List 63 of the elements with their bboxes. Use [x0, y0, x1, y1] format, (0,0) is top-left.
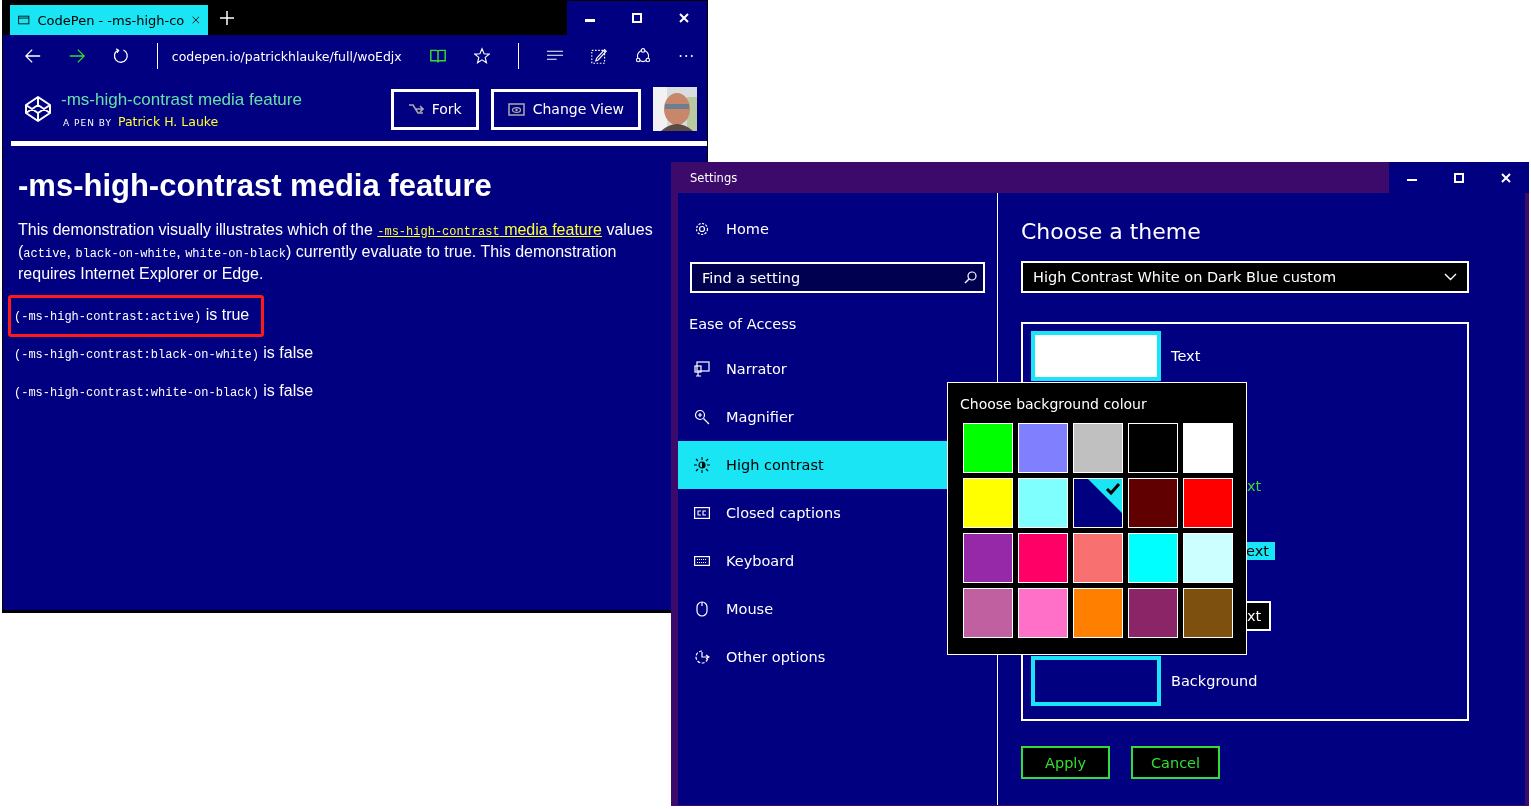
pen-title[interactable]: -ms-high-contrast media feature — [61, 89, 381, 110]
hub-icon[interactable] — [546, 49, 563, 63]
section-label: Ease of Access — [688, 315, 798, 334]
close-icon[interactable] — [192, 14, 200, 26]
nav-item[interactable]: Keyboard — [678, 537, 997, 585]
apply-button[interactable]: Apply — [1021, 746, 1110, 779]
zoom-in-icon — [694, 409, 710, 425]
check-icon — [1088, 479, 1122, 513]
nav-item[interactable]: Other options — [678, 633, 997, 681]
button-text-sample: xt — [1245, 601, 1272, 631]
page-heading: Choose a theme — [1021, 219, 1202, 244]
more-icon[interactable] — [678, 54, 693, 58]
fork-button[interactable]: Fork — [390, 88, 479, 130]
highlighted-result: (-ms-high-contrast:active) is true — [8, 295, 265, 337]
page-heading: -ms-high-contrast media feature — [18, 168, 493, 204]
new-tab-icon[interactable] — [220, 11, 234, 25]
result-line: (-ms-high-contrast:black-on-white) is false — [13, 343, 315, 364]
cancel-button[interactable]: Cancel — [1131, 746, 1220, 779]
maximize-icon[interactable] — [632, 13, 642, 23]
search-field[interactable]: Find a setting — [690, 262, 985, 293]
theme-dropdown[interactable]: High Contrast White on Dark Blue custom — [1021, 261, 1469, 293]
page-icon — [18, 13, 30, 27]
address-bar[interactable]: codepen.io/patrickhlauke/full/woEdjx — [171, 48, 402, 64]
chevron-down-icon — [1444, 273, 1457, 281]
nav-item[interactable]: Narrator — [678, 345, 997, 393]
nav-item[interactable]: Closed captions — [678, 489, 997, 537]
back-icon[interactable] — [25, 47, 41, 65]
search-icon — [964, 271, 977, 284]
sun-icon — [694, 457, 710, 473]
window-title: Settings — [689, 170, 739, 185]
circle-arrow-icon — [694, 649, 710, 665]
colour-label: Text — [1171, 348, 1201, 364]
home-nav-item[interactable]: Home — [678, 217, 997, 241]
result-line: (-ms-high-contrast:white-on-black) is false — [13, 381, 315, 402]
star-icon[interactable] — [473, 46, 490, 66]
refresh-icon[interactable] — [113, 46, 129, 66]
forward-icon[interactable] — [69, 47, 85, 65]
colour-label: Background — [1171, 673, 1258, 689]
fork-icon — [407, 103, 424, 115]
colour-swatch[interactable] — [1031, 331, 1161, 381]
browser-tab[interactable]: CodePen - -ms-high-co — [10, 5, 208, 35]
selected-text-sample: ext — [1246, 542, 1275, 560]
maximize-icon[interactable] — [1454, 172, 1464, 183]
monitor-icon — [694, 361, 710, 377]
popup-title: Choose background colour — [960, 396, 1148, 412]
author-link[interactable]: Patrick H. Lauke — [117, 113, 219, 129]
settings-icon — [694, 221, 710, 237]
book-icon[interactable] — [429, 47, 446, 65]
captions-icon — [694, 507, 710, 519]
change-view-button[interactable]: Change View — [490, 88, 641, 130]
tab-title: CodePen - -ms-high-co — [37, 12, 185, 28]
mouse-icon — [694, 601, 710, 617]
eye-icon — [507, 102, 525, 116]
media-feature-link[interactable]: -ms-high-contrast media feature — [377, 221, 602, 238]
close-icon[interactable] — [678, 13, 689, 23]
nav-item[interactable]: Mouse — [678, 585, 997, 633]
hyperlink-sample: xt — [1247, 478, 1262, 494]
cube-logo-icon[interactable] — [25, 96, 51, 122]
byline-label: A PEN BY — [63, 117, 112, 128]
colour-swatch[interactable] — [1031, 656, 1161, 706]
keyboard-icon — [694, 556, 710, 566]
note-icon[interactable] — [590, 46, 607, 66]
close-icon[interactable] — [1500, 172, 1511, 183]
